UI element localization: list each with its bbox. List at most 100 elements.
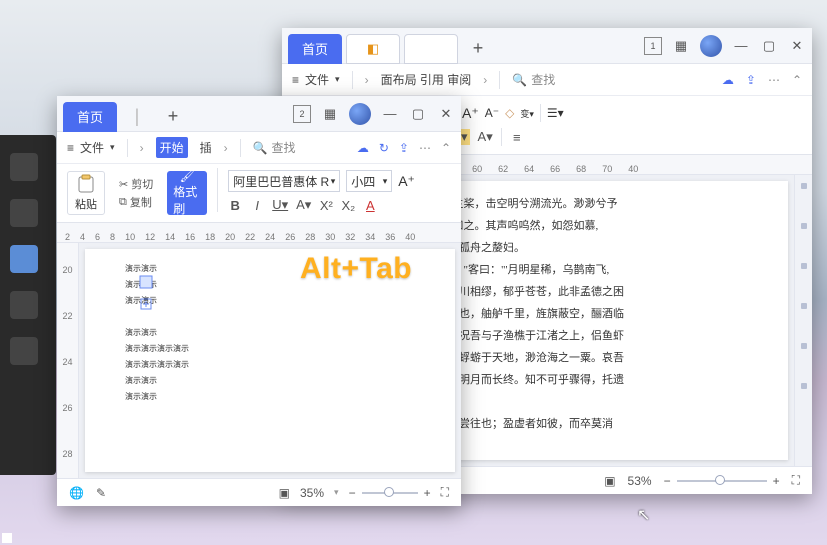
grid-icon[interactable]: ▦ bbox=[672, 37, 690, 55]
new-tab-button[interactable]: + bbox=[462, 34, 494, 64]
copy-icon: ⧉ bbox=[119, 196, 127, 209]
zoom-out-button[interactable]: − bbox=[349, 486, 356, 500]
align-button[interactable]: ≡ bbox=[510, 130, 524, 145]
font-grow-icon[interactable]: A⁺ bbox=[398, 173, 415, 190]
menubar: ≡文件▾ › 面布局 引用 审阅 › 🔍 查找 ☁ ⇪ ⋯ ⌃ bbox=[282, 64, 812, 96]
share-icon[interactable]: ⇪ bbox=[746, 73, 756, 87]
font-grow-icon[interactable]: A⁺ bbox=[462, 105, 479, 122]
sidebar-dot[interactable] bbox=[801, 383, 807, 389]
search-box[interactable]: 🔍 查找 bbox=[253, 139, 296, 156]
superscript-button[interactable]: X² bbox=[319, 198, 333, 213]
zoom-slider[interactable] bbox=[677, 480, 767, 482]
desktop-sidebar-icon bbox=[10, 291, 38, 319]
pen-icon[interactable]: ✎ bbox=[96, 486, 106, 500]
fit-width-icon[interactable]: ▣ bbox=[604, 474, 615, 488]
search-icon: 🔍 bbox=[512, 73, 527, 87]
font-select[interactable]: 阿里巴巴普惠体 R▾ bbox=[228, 170, 340, 192]
sidebar-dot[interactable] bbox=[801, 263, 807, 269]
file-menu[interactable]: ≡文件▾ bbox=[292, 71, 340, 88]
hotkey-overlay-label: Alt+Tab bbox=[300, 252, 412, 286]
taskbar-thumb bbox=[2, 533, 12, 543]
zoom-in-button[interactable]: + bbox=[773, 474, 780, 488]
ribbon-tabs[interactable]: 面布局 引用 审阅 bbox=[381, 71, 472, 88]
file-menu[interactable]: ≡文件▾ bbox=[67, 139, 115, 156]
ribbon-tab-insert-hint[interactable]: 插 bbox=[200, 139, 212, 156]
cut-button[interactable]: ✂剪切 bbox=[119, 176, 153, 192]
desktop-sidebar-icon bbox=[10, 153, 38, 181]
doc-tab[interactable]: ◧ bbox=[346, 34, 400, 64]
sidebar-dot[interactable] bbox=[801, 223, 807, 229]
close-icon[interactable]: ✕ bbox=[437, 105, 455, 123]
share-icon[interactable]: ⇪ bbox=[399, 141, 409, 155]
globe-icon[interactable]: 🌐 bbox=[69, 486, 84, 500]
avatar[interactable] bbox=[700, 35, 722, 57]
font-size-select[interactable]: 小四▾ bbox=[346, 170, 392, 192]
vertical-ruler: 2022242628 bbox=[57, 243, 79, 478]
underline-button[interactable]: U▾ bbox=[272, 197, 288, 213]
window-layout-icon[interactable]: 2 bbox=[293, 105, 311, 123]
fit-width-icon[interactable]: ▣ bbox=[279, 486, 290, 500]
zoom-in-button[interactable]: + bbox=[424, 486, 431, 500]
titlebar[interactable]: 首页 | + 2 ▦ — ▢ ✕ bbox=[57, 96, 461, 132]
collapse-ribbon-icon[interactable]: ⌃ bbox=[441, 141, 451, 155]
paste-button[interactable]: 粘贴 bbox=[67, 171, 105, 215]
minimize-icon[interactable]: — bbox=[381, 105, 399, 123]
cloud-icon[interactable]: ☁ bbox=[357, 141, 369, 155]
zoom-out-button[interactable]: − bbox=[664, 474, 671, 488]
close-icon[interactable]: ✕ bbox=[788, 37, 806, 55]
minimize-icon[interactable]: — bbox=[732, 37, 750, 55]
bold-button[interactable]: B bbox=[228, 198, 242, 213]
strike-button[interactable]: A▾ bbox=[296, 197, 311, 213]
titlebar[interactable]: 首页 ◧ + 1 ▦ — ▢ ✕ bbox=[282, 28, 812, 64]
more-icon[interactable]: ⋯ bbox=[768, 73, 780, 87]
tab-divider: | bbox=[121, 102, 153, 132]
doc-line: 演示演示演示演示 bbox=[125, 341, 427, 357]
brush-icon: 🖌 bbox=[180, 169, 195, 183]
menubar: ≡文件▾ › 开始插 › 🔍 查找 ☁ ↻ ⇪ ⋯ ⌃ bbox=[57, 132, 461, 164]
desktop-sidebar-icon bbox=[10, 245, 38, 273]
ribbon-tab-start[interactable]: 开始 bbox=[156, 137, 188, 158]
fullscreen-icon[interactable]: ⛶ bbox=[441, 485, 449, 500]
zoom-value: 35% bbox=[300, 486, 324, 500]
grid-icon[interactable]: ▦ bbox=[321, 105, 339, 123]
font-color-button[interactable]: A bbox=[363, 198, 377, 213]
sidebar-dot[interactable] bbox=[801, 303, 807, 309]
border-button[interactable]: A▾ bbox=[478, 129, 493, 145]
wps-window-front[interactable]: 首页 | + 2 ▦ — ▢ ✕ ≡文件▾ › 开始插 › 🔍 查找 ☁ ↻ ⇪… bbox=[57, 96, 461, 506]
fullscreen-icon[interactable]: ⛶ bbox=[792, 473, 800, 488]
sidebar-dot[interactable] bbox=[801, 183, 807, 189]
maximize-icon[interactable]: ▢ bbox=[760, 37, 778, 55]
desktop-sidebar-icon bbox=[10, 199, 38, 227]
collapse-ribbon-icon[interactable]: ⌃ bbox=[792, 73, 802, 87]
horizontal-ruler: 2468101214161820222426283032343640 bbox=[57, 223, 461, 243]
copy-button[interactable]: ⧉复制 bbox=[119, 194, 152, 210]
paragraph-marker-icon bbox=[137, 273, 155, 291]
search-box[interactable]: 🔍 查找 bbox=[512, 71, 555, 88]
home-tab[interactable]: 首页 bbox=[63, 102, 117, 132]
maximize-icon[interactable]: ▢ bbox=[409, 105, 427, 123]
sidebar-dot[interactable] bbox=[801, 343, 807, 349]
more-icon[interactable]: ⋯ bbox=[419, 141, 431, 155]
zoom-slider[interactable] bbox=[362, 492, 418, 494]
statusbar: 🌐 ✎ ▣ 35% ▾ − + ⛶ bbox=[57, 478, 461, 506]
clear-format-icon[interactable]: ◇ bbox=[505, 106, 514, 120]
doc-line: 演示演示 bbox=[125, 293, 427, 309]
doc-line: 演示演示 bbox=[125, 325, 427, 341]
sync-icon[interactable]: ↻ bbox=[379, 141, 389, 155]
window-layout-icon[interactable]: 1 bbox=[644, 37, 662, 55]
avatar[interactable] bbox=[349, 103, 371, 125]
cursor-icon: ↖ bbox=[637, 505, 650, 525]
new-tab-button[interactable]: + bbox=[157, 102, 189, 132]
font-shrink-icon[interactable]: A⁻ bbox=[485, 106, 499, 120]
list-icon[interactable]: ☰▾ bbox=[547, 106, 564, 120]
paragraph-marker-icon bbox=[137, 295, 155, 313]
home-tab[interactable]: 首页 bbox=[288, 34, 342, 64]
doc-tab-2[interactable] bbox=[404, 34, 458, 64]
change-case-icon[interactable]: 变▾ bbox=[520, 107, 534, 120]
ribbon: 粘贴 ✂剪切 ⧉复制 🖌 格式刷 阿里巴巴普惠体 R▾ 小四▾ A⁺ bbox=[57, 164, 461, 223]
format-brush-button[interactable]: 🖌 格式刷 bbox=[167, 171, 207, 215]
zoom-value: 53% bbox=[628, 474, 652, 488]
cloud-icon[interactable]: ☁ bbox=[722, 73, 734, 87]
italic-button[interactable]: I bbox=[250, 198, 264, 213]
subscript-button[interactable]: X₂ bbox=[341, 198, 355, 213]
